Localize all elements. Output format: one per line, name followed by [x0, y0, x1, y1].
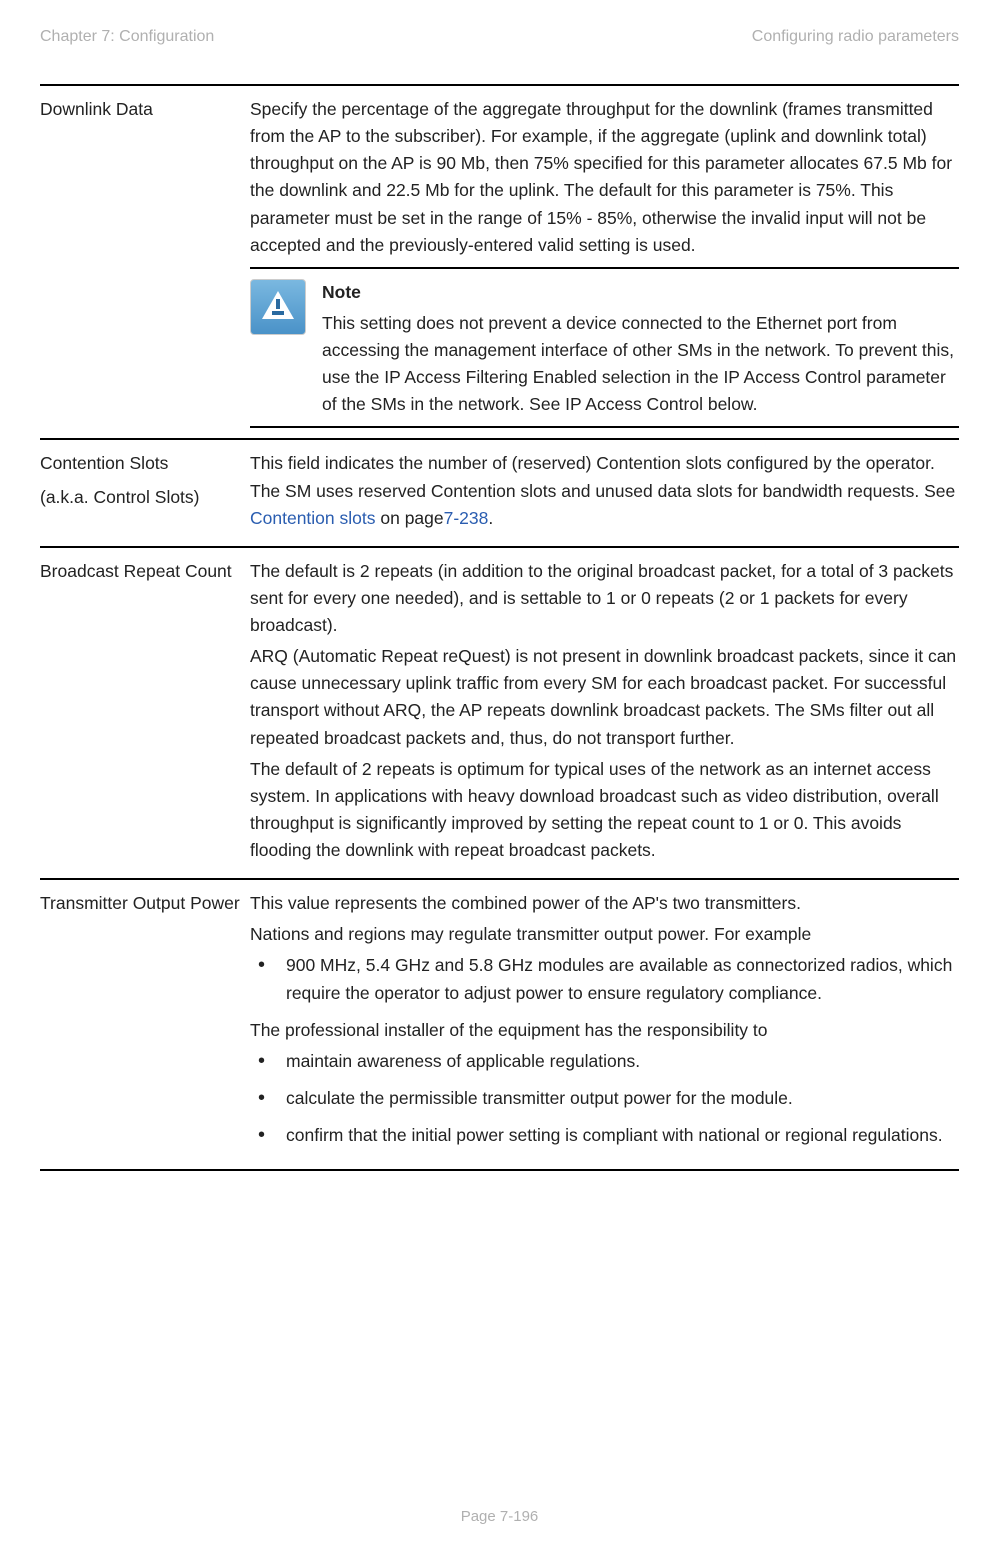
page-footer: Page 7-196: [0, 1508, 999, 1525]
label-transmitter-output-power: Transmitter Output Power: [40, 890, 250, 1159]
note-box: Note This setting does not prevent a dev…: [250, 267, 959, 429]
header-right: Configuring radio parameters: [752, 28, 959, 46]
note-title: Note: [322, 279, 959, 306]
content-transmitter-output-power: This value represents the combined power…: [250, 890, 959, 1159]
row-contention-slots: Contention Slots (a.k.a. Control Slots) …: [40, 440, 959, 547]
contention-text-after: .: [488, 508, 493, 528]
transmitter-p3: The professional installer of the equipm…: [250, 1017, 959, 1044]
note-text: Note This setting does not prevent a dev…: [322, 279, 959, 419]
row-broadcast-repeat-count: Broadcast Repeat Count The default is 2 …: [40, 548, 959, 880]
row-transmitter-output-power: Transmitter Output Power This value repr…: [40, 880, 959, 1171]
label-contention-slots: Contention Slots (a.k.a. Control Slots): [40, 450, 250, 535]
contention-text-before: This field indicates the number of (rese…: [250, 453, 955, 500]
link-contention-slots[interactable]: Contention slots: [250, 508, 376, 528]
note-body: This setting does not prevent a device c…: [322, 310, 959, 419]
contention-text-mid: on page: [376, 508, 444, 528]
header-left: Chapter 7: Configuration: [40, 28, 214, 46]
page-header: Chapter 7: Configuration Configuring rad…: [40, 28, 959, 46]
content-downlink-data: Specify the percentage of the aggregate …: [250, 96, 959, 428]
downlink-description: Specify the percentage of the aggregate …: [250, 96, 959, 259]
transmitter-p1: This value represents the combined power…: [250, 890, 959, 917]
contention-paragraph: This field indicates the number of (rese…: [250, 450, 959, 531]
content-broadcast-repeat-count: The default is 2 repeats (in addition to…: [250, 558, 959, 868]
label-downlink-data: Downlink Data: [40, 96, 250, 428]
transmitter-bullet-4: confirm that the initial power setting i…: [278, 1122, 959, 1149]
broadcast-p1: The default is 2 repeats (in addition to…: [250, 558, 959, 639]
transmitter-bullets-2: maintain awareness of applicable regulat…: [250, 1048, 959, 1149]
label-broadcast-repeat-count: Broadcast Repeat Count: [40, 558, 250, 868]
label-contention-line1: Contention Slots: [40, 450, 242, 477]
label-contention-line2: (a.k.a. Control Slots): [40, 484, 242, 511]
transmitter-p2: Nations and regions may regulate transmi…: [250, 921, 959, 948]
transmitter-bullet-2: maintain awareness of applicable regulat…: [278, 1048, 959, 1075]
transmitter-bullet-3: calculate the permissible transmitter ou…: [278, 1085, 959, 1112]
transmitter-bullets-1: 900 MHz, 5.4 GHz and 5.8 GHz modules are…: [250, 952, 959, 1006]
link-page-ref[interactable]: 7-238: [444, 508, 489, 528]
note-info-icon: [250, 279, 306, 335]
parameter-table: Downlink Data Specify the percentage of …: [40, 84, 959, 1171]
broadcast-p3: The default of 2 repeats is optimum for …: [250, 756, 959, 865]
content-contention-slots: This field indicates the number of (rese…: [250, 450, 959, 535]
broadcast-p2: ARQ (Automatic Repeat reQuest) is not pr…: [250, 643, 959, 752]
row-downlink-data: Downlink Data Specify the percentage of …: [40, 86, 959, 440]
transmitter-bullet-1: 900 MHz, 5.4 GHz and 5.8 GHz modules are…: [278, 952, 959, 1006]
